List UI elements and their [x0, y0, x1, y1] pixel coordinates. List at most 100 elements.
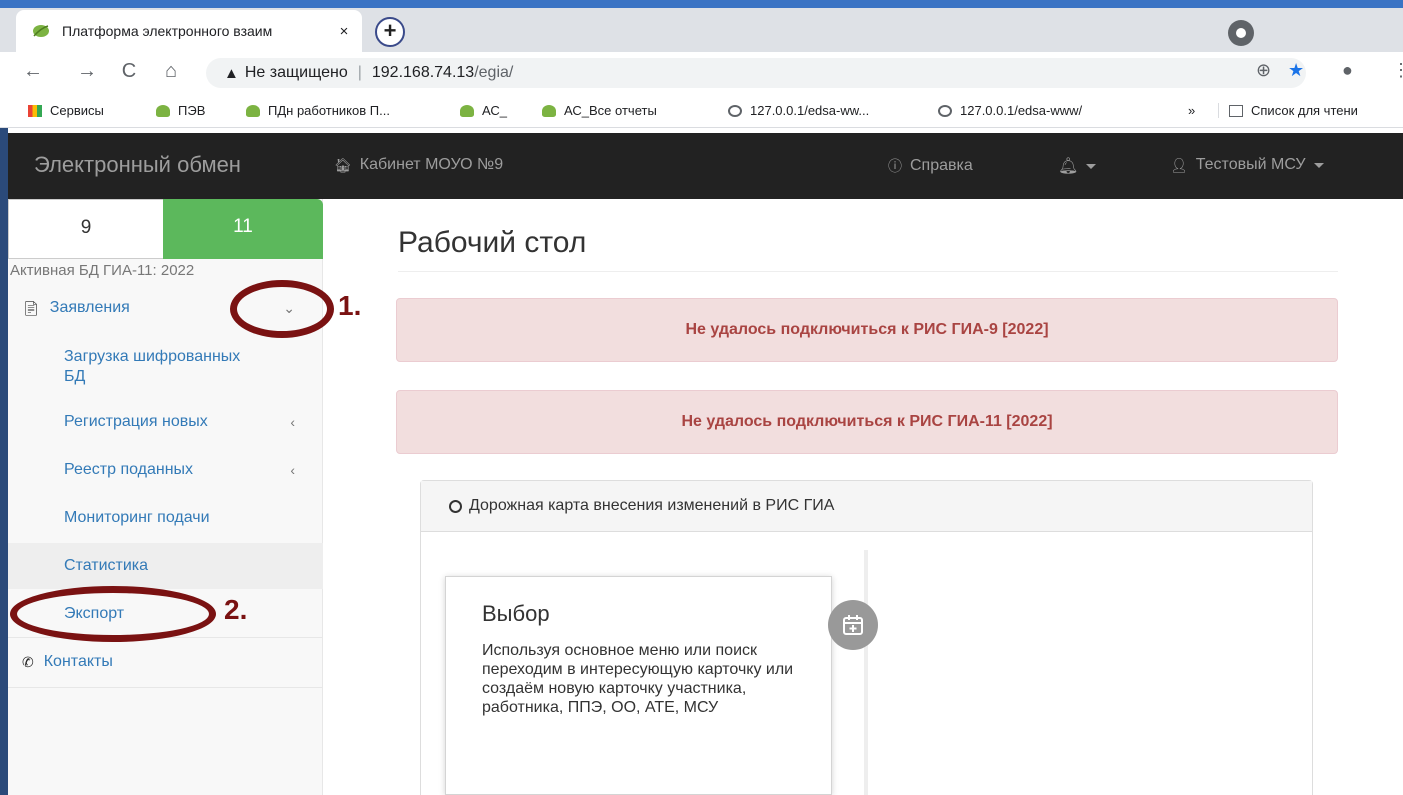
nav-help-label: Справка	[910, 157, 973, 174]
file-icon: 📄︎	[22, 299, 40, 316]
annotation-circle-2	[10, 586, 216, 642]
nav-cabinet-label: Кабинет МОУО №9	[359, 156, 504, 173]
tab-gia-9[interactable]: 9	[8, 199, 164, 259]
caret-down-icon	[1086, 163, 1097, 169]
chevron-left-icon: ‹	[290, 414, 295, 430]
caret-down-icon	[1313, 162, 1324, 168]
clock-icon	[449, 499, 462, 513]
back-icon[interactable]: ←	[20, 60, 46, 83]
url-host: 192.168.74.13	[371, 64, 475, 81]
sidebar-item-label: Реестр поданных	[64, 461, 194, 478]
sidebar-item-label: Регистрация новых	[64, 413, 208, 430]
more-bookmarks-button[interactable]: »	[1188, 103, 1195, 118]
sidebar-item-label: Загрузка шифрованных БД	[64, 348, 241, 385]
bookmark-pdn[interactable]: ПДн работников П...	[246, 103, 390, 118]
warning-icon[interactable]: ▲	[224, 65, 239, 82]
user-icon: 👤︎	[1170, 156, 1188, 173]
apps-icon	[28, 104, 42, 117]
tab-close-icon[interactable]: ×	[336, 23, 352, 40]
alert-gia-9: Не удалось подключиться к РИС ГИА-9 [202…	[396, 298, 1338, 362]
timeline-card-text: Используя основное меню или поиск перехо…	[482, 642, 794, 716]
browser-tab[interactable]: Платформа электронного взаим ×	[16, 10, 362, 52]
user-name: Тестовый МСУ	[1195, 156, 1306, 173]
browser-menu-icon[interactable]: ⋮	[1392, 60, 1403, 81]
info-icon: ⓘ	[888, 158, 902, 174]
address-bar[interactable]: ▲ Не защищено | 192.168.74.13/egia/	[206, 58, 1306, 88]
url-path: /egia/	[474, 64, 514, 81]
timeline-card-choice: Выбор Используя основное меню или поиск …	[445, 576, 832, 795]
annotation-label-1: 1.	[338, 290, 362, 321]
phone-icon: ✆	[22, 653, 34, 670]
browser-profile-icon[interactable]	[1228, 20, 1254, 46]
sidebar-item-monitoring[interactable]: Мониторинг подачи	[8, 503, 323, 533]
leaf-icon	[542, 104, 556, 117]
sidebar-item-statistics[interactable]: Статистика	[8, 543, 323, 589]
timeline-line	[864, 550, 868, 795]
bookmark-edsa-2[interactable]: 127.0.0.1/edsa-www/	[938, 103, 1082, 118]
bookmarks-bar: Сервисы ПЭВ ПДн работников П... АС_ АС_В…	[0, 94, 1403, 128]
window-edge	[0, 0, 1403, 8]
active-db-label: Активная БД ГИА-11: 2022	[10, 262, 195, 279]
leaf-icon	[156, 104, 170, 117]
title-divider	[398, 271, 1338, 272]
sidebar-item-upload-encrypted[interactable]: Загрузка шифрованных БД	[8, 345, 323, 389]
sidebar-divider	[8, 687, 323, 688]
home-icon[interactable]: ⌂	[158, 60, 184, 83]
notifications-dropdown[interactable]: 🔔︎	[1058, 156, 1097, 176]
calendar-plus-icon	[828, 600, 878, 650]
page-title: Рабочий стол	[398, 226, 587, 259]
bookmark-services[interactable]: Сервисы	[28, 103, 104, 118]
bookmark-label: АС_	[482, 103, 508, 118]
sidebar-item-register-new[interactable]: Регистрация новых ‹	[8, 407, 323, 437]
brand-link[interactable]: Электронный обмен	[34, 152, 241, 178]
app-navbar: Электронный обмен 🏠︎ Кабинет МОУО №9 ⓘ Спр…	[8, 133, 1403, 199]
roadmap-title: Дорожная карта внесения изменений в РИС …	[469, 497, 835, 514]
sidebar-item-label: Заявления	[49, 299, 130, 316]
home-icon: 🏠︎	[334, 156, 352, 173]
left-window-edge	[0, 128, 8, 795]
timeline-card-title: Выбор	[482, 601, 550, 626]
reload-icon[interactable]: C	[116, 60, 142, 83]
sidebar-item-label: Статистика	[64, 557, 149, 574]
bookmark-label: ПДн работников П...	[268, 103, 390, 118]
globe-icon	[728, 104, 742, 117]
roadmap-panel-header: Дорожная карта внесения изменений в РИС …	[421, 481, 1312, 532]
sidebar-item-label: Контакты	[43, 653, 113, 670]
forward-icon[interactable]: →	[74, 60, 100, 83]
user-dropdown[interactable]: 👤︎ Тестовый МСУ	[1170, 156, 1324, 174]
bookmark-as[interactable]: АС_	[460, 103, 507, 118]
reading-list-icon	[1229, 104, 1243, 117]
zoom-icon[interactable]: ⊕	[1256, 60, 1271, 81]
bookmark-star-icon[interactable]: ★	[1288, 60, 1304, 81]
reading-list-label: Список для чтени	[1251, 103, 1358, 118]
annotation-circle-1	[230, 280, 334, 338]
bookmark-as-reports[interactable]: АС_Все отчеты	[542, 103, 657, 118]
bookmark-pev[interactable]: ПЭВ	[156, 103, 205, 118]
bookmark-label: 127.0.0.1/edsa-ww...	[750, 103, 870, 118]
tab-gia-11[interactable]: 11	[163, 199, 323, 259]
bookmark-label: 127.0.0.1/edsa-www/	[960, 103, 1083, 118]
new-tab-button[interactable]: +	[375, 17, 405, 47]
sidebar-item-contacts[interactable]: ✆ Контакты	[8, 647, 323, 677]
bookmark-edsa-1[interactable]: 127.0.0.1/edsa-ww...	[728, 103, 869, 118]
omnibox-separator: |	[357, 64, 362, 81]
reading-list-button[interactable]: Список для чтени	[1218, 103, 1358, 118]
leaf-icon	[246, 104, 260, 117]
sidebar-item-label: Мониторинг подачи	[64, 509, 210, 526]
security-label: Не защищено	[244, 64, 348, 81]
leaf-favicon-icon	[33, 25, 49, 37]
leaf-icon	[460, 104, 474, 117]
alert-gia-11: Не удалось подключиться к РИС ГИА-11 [20…	[396, 390, 1338, 454]
bookmark-label: АС_Все отчеты	[564, 103, 657, 118]
browser-tabstrip: Платформа электронного взаим × +	[0, 0, 1403, 52]
account-icon[interactable]: ●	[1342, 60, 1353, 81]
annotation-label-2: 2.	[224, 594, 248, 625]
chevron-left-icon: ‹	[290, 462, 295, 478]
nav-cabinet[interactable]: 🏠︎ Кабинет МОУО №9	[334, 156, 503, 174]
nav-help[interactable]: ⓘ Справка	[888, 156, 973, 176]
calendar-plus-glyph	[843, 615, 863, 635]
sidebar-item-submitted-registry[interactable]: Реестр поданных ‹	[8, 455, 323, 485]
bell-icon: 🔔︎	[1058, 158, 1079, 175]
tab-title: Платформа электронного взаим	[62, 23, 273, 39]
browser-toolbar: ← → C ⌂ ▲ Не защищено | 192.168.74.13/eg…	[0, 52, 1403, 94]
